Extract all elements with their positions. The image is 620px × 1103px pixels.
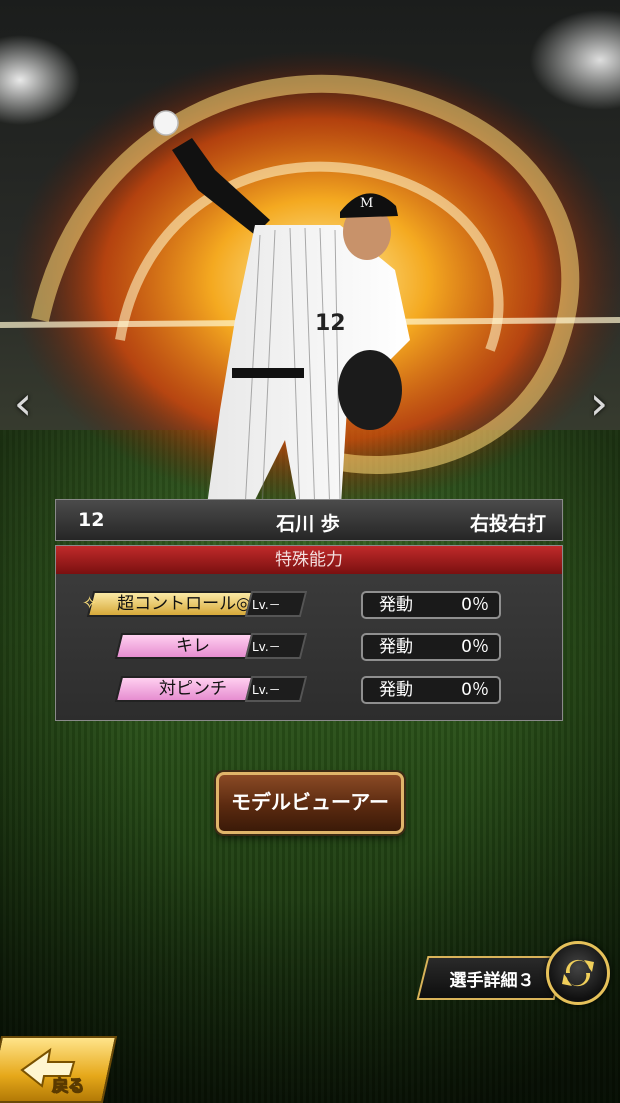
activation-label: 発動 [379, 637, 413, 657]
ability-level: Lv.－ [252, 640, 281, 654]
ability-name: 超コントロール◎ [117, 594, 251, 614]
back-label[interactable]: 戻る [51, 1072, 84, 1096]
activation-value: 0％ [461, 595, 489, 615]
model-viewer-button[interactable]: モデルビューアー [216, 772, 404, 834]
ability-level: Lv.－ [252, 598, 281, 612]
chevron-left-icon[interactable]: ‹ [8, 378, 38, 428]
player-info-bar: 12 石川 歩 右投右打 [55, 499, 563, 541]
player-detail-screen: 12 M ‹ › 12 石川 歩 右投右打 特殊能力 ✧ 超コントロール◎ Lv… [0, 0, 620, 1103]
activation-value: 0％ [461, 637, 489, 657]
abilities-header: 特殊能力 [56, 546, 562, 574]
activation-label: 発動 [379, 680, 413, 700]
ability-row[interactable]: ✧ 超コントロール◎ Lv.－ 発動 0％ [56, 591, 562, 621]
ability-row[interactable]: 対ピンチ Lv.－ 発動 0％ [56, 676, 562, 706]
chevron-right-icon[interactable]: › [584, 378, 614, 428]
player-detail-label[interactable]: 選手詳細３ [432, 966, 552, 991]
ability-level: Lv.－ [252, 683, 281, 697]
activation-label: 発動 [379, 595, 413, 615]
player-name: 石川 歩 [276, 513, 340, 535]
throw-bat-type: 右投右打 [469, 513, 546, 535]
stadium-background [0, 0, 620, 470]
activation-rate: 発動 0％ [361, 591, 501, 619]
swap-arrows-icon[interactable] [546, 941, 610, 1005]
activation-value: 0％ [461, 680, 489, 700]
ability-row[interactable]: キレ Lv.－ 発動 0％ [56, 633, 562, 663]
sparkle-icon: ✧ [82, 593, 98, 614]
activation-rate: 発動 0％ [361, 633, 501, 661]
activation-rate: 発動 0％ [361, 676, 501, 704]
uniform-number: 12 [78, 509, 105, 531]
special-abilities-panel: 特殊能力 ✧ 超コントロール◎ Lv.－ 発動 0％ キレ Lv.－ 発動 0％ [55, 545, 563, 721]
